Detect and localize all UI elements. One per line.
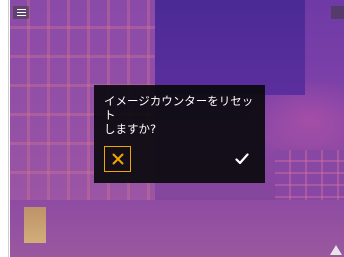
reset-counter-dialog: イメージカウンターをリセット しますか? [94, 85, 265, 183]
dialog-message: イメージカウンターをリセット しますか? [104, 94, 254, 136]
thermal-image-ground [10, 200, 344, 257]
menu-icon [16, 9, 26, 16]
confirm-button[interactable] [228, 146, 255, 172]
left-frame-bar [0, 0, 9, 257]
thermal-image-sky [155, 0, 305, 95]
menu-button[interactable] [13, 6, 29, 19]
close-icon [112, 153, 123, 165]
thermal-camera-screen: イメージカウンターをリセット しますか? [10, 0, 344, 257]
warning-icon [330, 245, 342, 255]
check-icon [234, 153, 249, 165]
cancel-button[interactable] [104, 146, 131, 172]
thermal-image-hotspot [24, 207, 46, 243]
top-right-indicator [331, 6, 344, 19]
